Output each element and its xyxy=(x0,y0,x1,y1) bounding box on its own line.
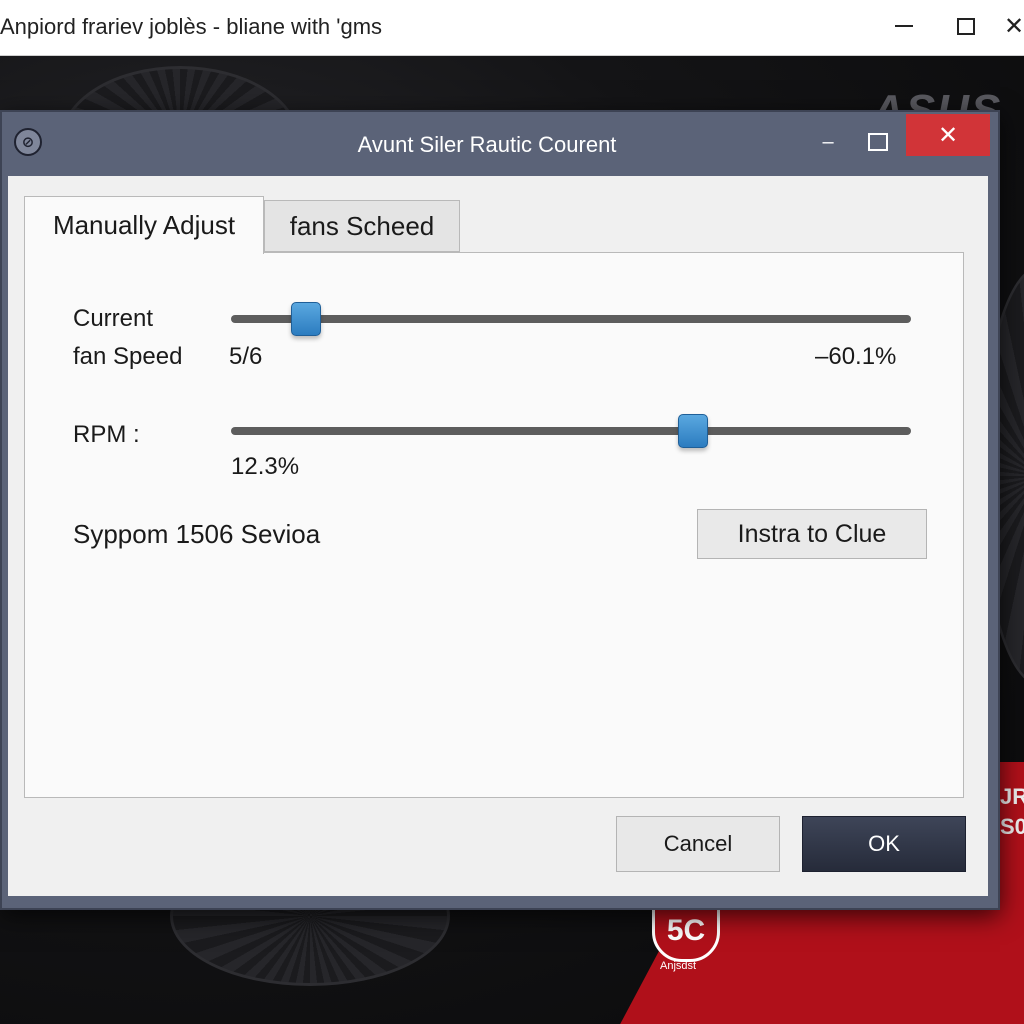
tab-panel-manual: Current fan Speed 5/6 –60.1% RPM : 12.3%… xyxy=(24,252,964,798)
apply-side-button[interactable]: Instra to Clue xyxy=(697,509,927,559)
outer-minimize-button[interactable] xyxy=(882,6,926,46)
dialog-close-button[interactable]: ✕ xyxy=(906,114,990,156)
outer-window-title: Anpiord frariev joblès - bliane with 'gm… xyxy=(0,14,383,39)
dialog-body: Manually Adjust fans Scheed Current fan … xyxy=(8,176,988,896)
outer-window-titlebar: Anpiord frariev joblès - bliane with 'gm… xyxy=(0,0,1024,56)
ok-button[interactable]: OK xyxy=(802,816,966,872)
minimize-icon xyxy=(895,25,913,27)
rpm-label: RPM : xyxy=(73,421,140,448)
fan-speed-slider-track[interactable] xyxy=(231,315,911,323)
fan-speed-label-line1: Current xyxy=(73,305,154,332)
maximize-icon xyxy=(957,17,975,35)
fan-speed-value: 5/6 xyxy=(229,343,263,370)
fan-speed-slider-thumb[interactable] xyxy=(290,302,321,336)
background-text: S0 xyxy=(1000,814,1024,839)
rpm-slider-thumb[interactable] xyxy=(678,414,709,448)
close-icon: ✕ xyxy=(937,121,959,149)
dialog-minimize-button[interactable]: – xyxy=(808,124,848,160)
fan-control-dialog: ⊘ Avunt Siler Rautic Courent – ✕ Manuall… xyxy=(0,110,1000,910)
background-badge-label: Anjsdst xyxy=(660,960,697,972)
fan-speed-label-line2: fan Speed xyxy=(73,343,183,370)
tab-manually-adjust[interactable]: Manually Adjust xyxy=(24,196,264,254)
cancel-button[interactable]: Cancel xyxy=(616,816,780,872)
dialog-maximize-button[interactable] xyxy=(858,124,898,160)
outer-close-button[interactable]: ✕ xyxy=(1004,6,1024,46)
dialog-titlebar: ⊘ Avunt Siler Rautic Courent – ✕ xyxy=(2,112,998,176)
background-text: JR xyxy=(1000,784,1024,809)
minimize-icon: – xyxy=(822,130,834,153)
status-text: Sуppom 1506 Sevioa xyxy=(73,519,321,549)
rpm-value: 12.3% xyxy=(231,453,300,480)
outer-maximize-button[interactable] xyxy=(944,6,988,46)
close-icon: ✕ xyxy=(1004,12,1024,40)
tab-fans-schedule[interactable]: fans Scheed xyxy=(264,200,460,252)
fan-speed-percent: –60.1% xyxy=(815,343,897,370)
rpm-slider-track[interactable] xyxy=(231,427,911,435)
maximize-icon xyxy=(868,133,888,151)
